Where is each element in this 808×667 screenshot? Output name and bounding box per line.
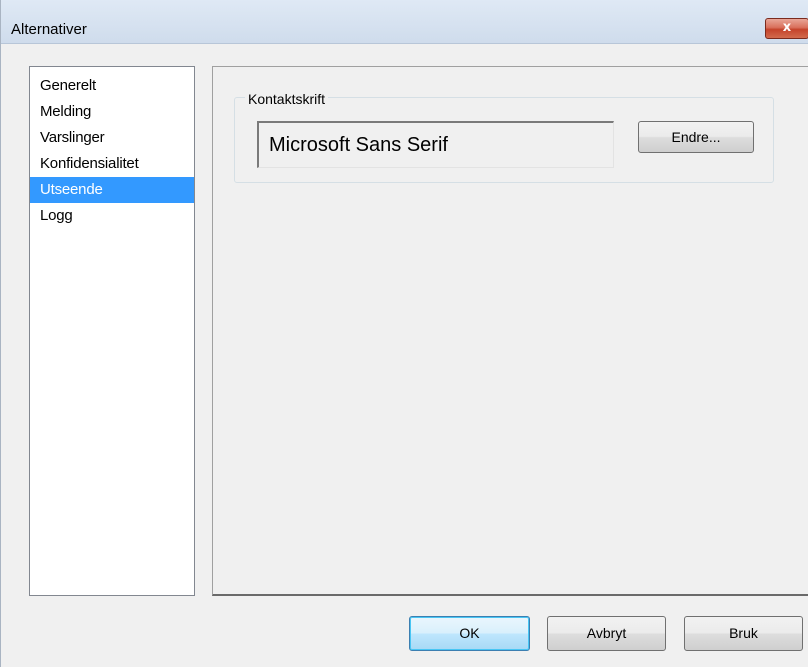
change-font-button[interactable]: Endre... xyxy=(638,121,754,153)
close-icon: x xyxy=(782,20,792,35)
sidebar-item-melding[interactable]: Melding xyxy=(30,99,194,125)
window-title: Alternativer xyxy=(11,21,87,38)
contact-font-field: Microsoft Sans Serif xyxy=(257,121,614,168)
contact-font-group-label: Kontaktskrift xyxy=(245,91,329,107)
title-bar[interactable]: Alternativer x xyxy=(1,0,808,44)
cancel-button[interactable]: Avbryt xyxy=(547,616,666,651)
sidebar-item-utseende[interactable]: Utseende xyxy=(30,177,194,203)
apply-button[interactable]: Bruk xyxy=(684,616,803,651)
sidebar-item-logg[interactable]: Logg xyxy=(30,203,194,229)
options-dialog: Alternativer x Generelt Melding Varsling… xyxy=(0,0,808,667)
sidebar-item-varslinger[interactable]: Varslinger xyxy=(30,125,194,151)
sidebar-item-generelt[interactable]: Generelt xyxy=(30,73,194,99)
close-button[interactable]: x xyxy=(765,18,808,39)
ok-button[interactable]: OK xyxy=(409,616,530,651)
sidebar-item-konfidensialitet[interactable]: Konfidensialitet xyxy=(30,151,194,177)
category-list[interactable]: Generelt Melding Varslinger Konfidensial… xyxy=(29,66,195,596)
